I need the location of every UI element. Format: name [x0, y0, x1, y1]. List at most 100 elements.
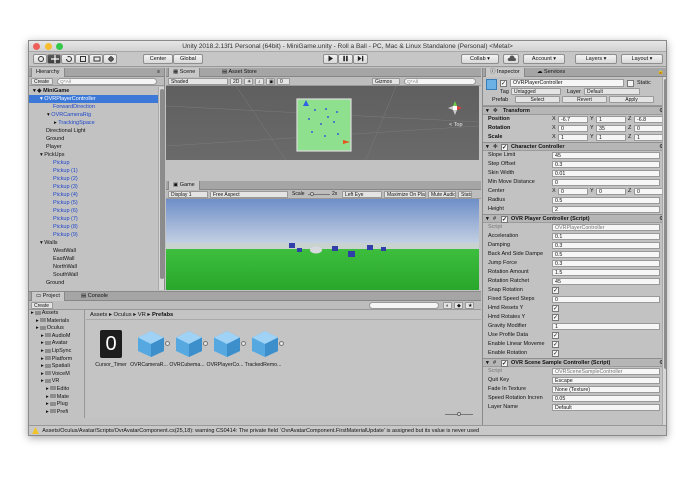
property-checkbox[interactable]: ✓ — [552, 332, 559, 339]
active-checkbox[interactable]: ✓ — [500, 80, 507, 87]
play-button[interactable] — [323, 54, 338, 64]
hierarchy-item[interactable]: ▾ PickUps — [29, 151, 164, 159]
hierarchy-item[interactable]: Directional Light — [29, 127, 164, 135]
transform-tool-button[interactable] — [103, 54, 117, 64]
favorite-star-icon[interactable]: ★ — [465, 302, 474, 309]
hierarchy-item[interactable]: ForwardDirection — [29, 103, 164, 111]
property-field[interactable]: 0.01 — [552, 170, 660, 177]
hierarchy-item[interactable]: Pickup (9) — [29, 231, 164, 239]
property-field[interactable]: 0.1 — [552, 233, 660, 240]
gizmos-dropdown[interactable]: Gizmos — [372, 78, 400, 85]
transform-rotation-y-field[interactable]: 35 — [596, 125, 626, 132]
hierarchy-item[interactable]: Pickup — [29, 159, 164, 167]
ovr-scene-sample-enabled-checkbox[interactable]: ✓ — [501, 360, 508, 367]
hierarchy-item[interactable]: Pickup (3) — [29, 183, 164, 191]
transform-rotation-z-field[interactable]: 0 — [634, 125, 664, 132]
tab-scene[interactable]: ▦ Scene — [168, 68, 201, 77]
property-field[interactable]: 0 — [552, 296, 660, 303]
tab-hierarchy[interactable]: Hierarchy — [31, 68, 65, 77]
rect-tool-button[interactable] — [89, 54, 103, 64]
global-local-button[interactable]: Global — [173, 54, 203, 64]
shading-mode-dropdown[interactable]: Shaded — [168, 78, 228, 85]
hidden-objects-toggle[interactable]: 0 — [277, 78, 290, 85]
eye-dropdown[interactable]: Left Eye — [342, 191, 382, 198]
collab-button[interactable]: Collab ▾ — [461, 54, 499, 64]
transform-position-x-field[interactable]: -6.7 — [558, 116, 588, 123]
transform-scale-x-field[interactable]: 1 — [558, 134, 588, 141]
game-viewport[interactable] — [166, 199, 479, 290]
hierarchy-item[interactable]: Pickup (4) — [29, 191, 164, 199]
hierarchy-item[interactable]: EastWall — [29, 255, 164, 263]
hierarchy-item[interactable]: Ground — [29, 135, 164, 143]
hand-tool-button[interactable] — [33, 54, 47, 64]
project-folder-item[interactable]: ▸ AudioM — [29, 333, 84, 341]
project-create-button[interactable]: Create — [31, 302, 53, 309]
transform-rotation-x-field[interactable]: 0 — [558, 125, 588, 132]
expand-arrow-icon[interactable]: ▸ — [31, 310, 34, 316]
project-folder-item[interactable]: ▸ Plug — [29, 401, 84, 409]
property-field[interactable]: 0.5 — [552, 197, 660, 204]
hierarchy-item[interactable]: ▾ OVRCameraRig — [29, 111, 164, 119]
expand-arrow-icon[interactable]: ▸ — [41, 371, 44, 377]
tab-game[interactable]: ▣ Game — [168, 181, 200, 190]
hierarchy-search-input[interactable]: Q*All — [57, 78, 157, 85]
expand-arrow-icon[interactable]: ▸ — [41, 363, 44, 369]
property-field[interactable]: 45 — [552, 278, 660, 285]
project-folder-item[interactable]: ▸ VR — [29, 378, 84, 386]
audio-toggle[interactable]: ♪ — [255, 78, 264, 85]
inspector-lock-icon[interactable]: 🔒 — [658, 68, 664, 77]
breadcrumb-item[interactable]: VR — [138, 312, 146, 318]
project-folder-item[interactable]: ▸ Edito — [29, 386, 84, 394]
project-folder-item[interactable]: ▸ Materials — [29, 318, 84, 326]
property-field[interactable]: 2 — [552, 206, 660, 213]
project-folder-item[interactable]: ▸ Platform — [29, 356, 84, 364]
rotate-tool-button[interactable] — [61, 54, 75, 64]
hierarchy-item[interactable]: ▸ TrackingSpace — [29, 119, 164, 127]
transform-scale-z-field[interactable]: 1 — [634, 134, 664, 141]
expand-arrow-icon[interactable]: ▸ — [36, 318, 39, 324]
breadcrumb-item[interactable]: Assets — [90, 312, 107, 318]
tab-services[interactable]: ☁ Services — [533, 68, 569, 77]
property-field[interactable]: None (Texture) — [552, 386, 660, 393]
mute-audio-toggle[interactable]: Mute Audio — [428, 191, 456, 198]
hierarchy-item[interactable]: WestWall — [29, 247, 164, 255]
hierarchy-item[interactable]: Pickup (1) — [29, 167, 164, 175]
project-folder-item[interactable]: ▸ Spatiali — [29, 363, 84, 371]
hierarchy-item[interactable]: ▾ ◈ MiniGame — [29, 87, 164, 95]
hierarchy-create-button[interactable]: Create — [31, 78, 53, 85]
hierarchy-scrollbar[interactable] — [158, 87, 164, 290]
stats-toggle[interactable]: Stats — [458, 191, 472, 198]
account-dropdown[interactable]: Account ▾ — [523, 54, 565, 64]
tab-project[interactable]: ▭ Project — [31, 292, 65, 301]
hierarchy-item[interactable]: Ground — [29, 279, 164, 287]
property-field[interactable]: 0.5 — [552, 251, 660, 258]
prefab-revert-button[interactable]: Revert — [562, 96, 607, 103]
panel-menu-icon[interactable]: ≡ — [157, 68, 160, 77]
hierarchy-item[interactable]: Pickup (6) — [29, 207, 164, 215]
hierarchy-item[interactable]: NorthWall — [29, 263, 164, 271]
filter-type-icon[interactable]: ◐ — [443, 302, 452, 309]
expand-arrow-icon[interactable]: ▸ — [41, 378, 44, 384]
hierarchy-item[interactable]: Pickup (2) — [29, 175, 164, 183]
expand-arrow-icon[interactable]: ▸ — [46, 409, 49, 415]
ovr-player-controller-enabled-checkbox[interactable]: ✓ — [501, 216, 508, 223]
property-field[interactable]: 1.5 — [552, 269, 660, 276]
transform-header[interactable]: ▾ ✥ Transform ⚙ — [483, 106, 666, 115]
display-dropdown[interactable]: Display 1 — [168, 191, 208, 198]
tab-inspector[interactable]: ⓘ Inspector — [485, 68, 525, 77]
move-tool-button[interactable] — [47, 54, 61, 64]
static-checkbox[interactable] — [627, 80, 634, 87]
scale-tool-button[interactable] — [75, 54, 89, 64]
property-field[interactable]: 0 — [552, 179, 660, 186]
property-field[interactable]: 0.05 — [552, 395, 660, 402]
filter-label-icon[interactable]: ◆ — [454, 302, 463, 309]
expand-arrow-icon[interactable]: ▸ — [46, 386, 49, 392]
character-controller-enabled-checkbox[interactable]: ✓ — [501, 144, 508, 151]
center-y-field[interactable]: 0 — [596, 188, 626, 195]
project-folder-item[interactable]: ▸ Prefi — [29, 409, 84, 417]
asset-item[interactable]: TrackedRemo... — [244, 320, 288, 370]
layout-dropdown[interactable]: Layout ▾ — [621, 54, 663, 64]
property-field[interactable]: 0.3 — [552, 242, 660, 249]
expand-arrow-icon[interactable]: ▸ — [46, 401, 49, 407]
expand-arrow-icon[interactable]: ▸ — [41, 348, 44, 354]
